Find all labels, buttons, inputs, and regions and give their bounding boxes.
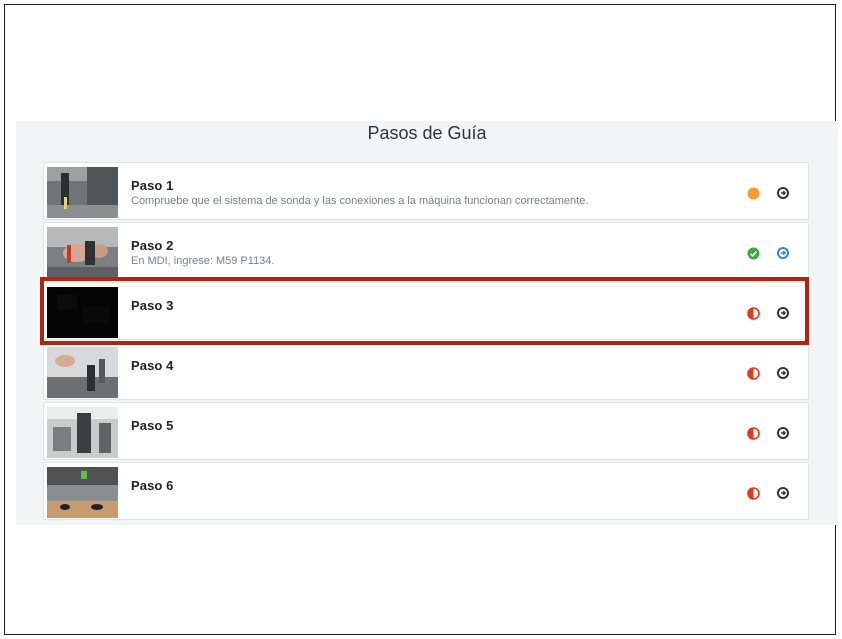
arrow-right-circle-icon[interactable] xyxy=(777,487,789,499)
page-title: Pasos de Guía xyxy=(367,123,487,143)
step-1-title: Paso 1 xyxy=(131,178,174,193)
step-5-title: Paso 5 xyxy=(131,418,174,433)
steps-list: Paso 1 Compruebe que el sistema de sonda… xyxy=(43,162,809,522)
step-row-6[interactable]: Paso 6 xyxy=(43,462,809,520)
half-circle-icon xyxy=(747,427,760,440)
step-row-1[interactable]: Paso 1 Compruebe que el sistema de sonda… xyxy=(43,162,809,220)
arrow-right-circle-icon[interactable] xyxy=(777,427,789,439)
arrow-right-circle-icon[interactable] xyxy=(777,247,789,259)
step-2-title: Paso 2 xyxy=(131,238,174,253)
step-1-thumbnail xyxy=(47,167,118,218)
step-2-thumbnail xyxy=(47,227,118,278)
step-row-3[interactable]: Paso 3 xyxy=(43,282,809,340)
check-circle-icon xyxy=(747,247,760,260)
half-circle-icon xyxy=(747,367,760,380)
arrow-right-circle-icon[interactable] xyxy=(777,307,789,319)
step-3-title: Paso 3 xyxy=(131,298,174,313)
half-circle-icon xyxy=(747,487,760,500)
arrow-right-circle-icon[interactable] xyxy=(777,187,789,199)
step-6-thumbnail xyxy=(47,467,118,518)
step-3-thumbnail xyxy=(47,287,118,338)
half-circle-icon xyxy=(747,307,760,320)
step-5-thumbnail xyxy=(47,407,118,458)
step-4-title: Paso 4 xyxy=(131,358,174,373)
guide-steps-panel: Pasos de Guía Paso 1 Compruebe que el si… xyxy=(16,121,838,525)
step-6-title: Paso 6 xyxy=(131,478,174,493)
step-row-5[interactable]: Paso 5 xyxy=(43,402,809,460)
step-row-4[interactable]: Paso 4 xyxy=(43,342,809,400)
step-1-description: Compruebe que el sistema de sonda y las … xyxy=(131,195,589,207)
orange-dot-icon xyxy=(747,187,760,200)
step-4-thumbnail xyxy=(47,347,118,398)
step-row-2[interactable]: Paso 2 En MDI, ingrese: M59 P1134. xyxy=(43,222,809,280)
arrow-right-circle-icon[interactable] xyxy=(777,367,789,379)
step-2-description: En MDI, ingrese: M59 P1134. xyxy=(131,255,275,267)
